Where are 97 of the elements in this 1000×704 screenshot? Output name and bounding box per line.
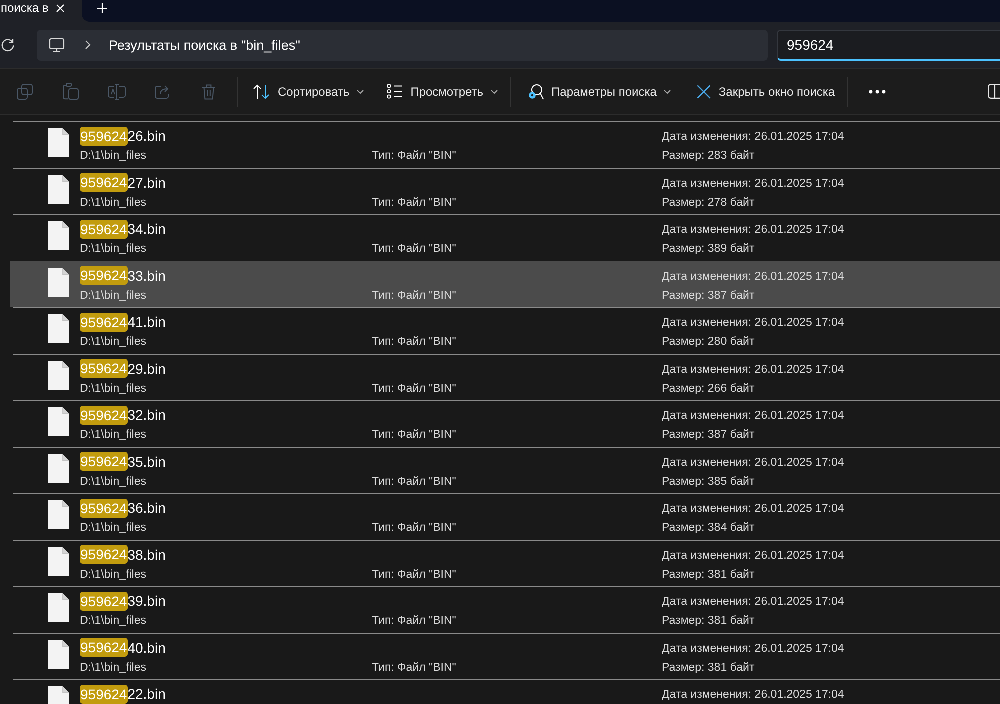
monitor-icon[interactable] — [49, 38, 65, 52]
caret-icon — [490, 90, 498, 94]
modified-date: Дата изменения: 26.01.2025 17:04 — [662, 364, 844, 376]
modified-date: Дата изменения: 26.01.2025 17:04 — [662, 224, 844, 236]
up-down-arrows-icon — [253, 84, 270, 100]
file-name: 95962441.bin — [80, 312, 166, 332]
modified-date: Дата изменения: 26.01.2025 17:04 — [662, 689, 844, 701]
caret-icon — [664, 90, 671, 94]
file-name: 95962432.bin — [80, 406, 166, 424]
file-path: D:\1\bin_files — [80, 429, 146, 441]
file-size: Размер: 381 байт — [662, 568, 755, 580]
result-row[interactable]: 95962422.bin Дата изменения: 26.01.2025 17:04 — [10, 679, 1000, 704]
file-icon — [48, 593, 70, 623]
file-icon — [48, 360, 70, 390]
file-name: 95962426.bin — [80, 126, 166, 146]
file-path: D:\1\bin_files — [80, 662, 146, 674]
panel-icon[interactable] — [988, 84, 1000, 99]
file-icon — [48, 221, 70, 251]
search-options-button[interactable]: Параметры поиска — [520, 74, 678, 108]
file-size: Размер: 280 байт — [662, 336, 755, 348]
file-type: Тип: Файл "BIN" — [372, 243, 456, 255]
file-icon — [48, 407, 70, 437]
breadcrumb-item[interactable]: Результаты поиска в "bin_files" — [109, 38, 300, 52]
plus-icon[interactable] — [97, 2, 108, 14]
file-type: Тип: Файл "BIN" — [372, 522, 456, 534]
file-name: 95962440.bin — [80, 638, 166, 657]
file-size: Размер: 278 байт — [662, 196, 755, 208]
file-path: D:\1\bin_files — [80, 196, 146, 208]
file-type: Тип: Файл "BIN" — [372, 662, 456, 674]
file-size: Размер: 381 байт — [662, 662, 755, 674]
file-path: D:\1\bin_files — [80, 336, 146, 348]
file-path: D:\1\bin_files — [80, 476, 146, 488]
modified-date: Дата изменения: 26.01.2025 17:04 — [662, 270, 844, 282]
file-icon — [48, 454, 70, 484]
list-icon — [386, 84, 403, 99]
more-icon[interactable] — [869, 90, 886, 94]
file-type: Тип: Файл "BIN" — [372, 429, 456, 441]
file-icon — [48, 546, 70, 576]
modified-date: Дата изменения: 26.01.2025 17:04 — [662, 456, 844, 468]
file-size: Размер: 283 байт — [662, 150, 755, 162]
modified-date: Дата изменения: 26.01.2025 17:04 — [662, 550, 844, 562]
file-name: 95962436.bin — [80, 498, 166, 518]
file-icon — [48, 314, 70, 344]
file-type: Тип: Файл "BIN" — [372, 568, 456, 580]
file-path: D:\1\bin_files — [80, 615, 146, 627]
file-type: Тип: Файл "BIN" — [372, 290, 456, 302]
file-type: Тип: Файл "BIN" — [372, 336, 456, 348]
sort-button[interactable]: Сортировать — [246, 74, 371, 108]
file-path: D:\1\bin_files — [80, 150, 146, 162]
modified-date: Дата изменения: 26.01.2025 17:04 — [662, 596, 844, 608]
modified-date: Дата изменения: 26.01.2025 17:04 — [662, 178, 844, 190]
file-name: 95962429.bin — [80, 359, 166, 378]
modified-date: Дата изменения: 26.01.2025 17:04 — [662, 642, 844, 654]
file-path: D:\1\bin_files — [80, 243, 146, 255]
file-icon — [48, 268, 70, 298]
caret-icon — [356, 90, 364, 94]
file-name: 95962433.bin — [80, 266, 166, 285]
file-size: Размер: 387 байт — [662, 429, 755, 441]
file-name: 95962427.bin — [80, 173, 166, 192]
file-size: Размер: 389 байт — [662, 243, 755, 255]
file-size: Размер: 385 байт — [662, 476, 755, 488]
modified-date: Дата изменения: 26.01.2025 17:04 — [662, 503, 844, 515]
file-name: 95962434.bin — [80, 220, 166, 238]
file-size: Размер: 266 байт — [662, 382, 755, 394]
file-size: Размер: 387 байт — [662, 290, 755, 302]
address-bar[interactable]: Результаты поиска в "bin_files" — [37, 30, 768, 60]
modified-date: Дата изменения: 26.01.2025 17:04 — [662, 410, 844, 422]
file-path: D:\1\bin_files — [80, 522, 146, 534]
close-icon[interactable] — [56, 4, 65, 12]
file-name: 95962422.bin — [80, 684, 166, 704]
refresh-icon[interactable] — [1, 38, 15, 52]
modified-date: Дата изменения: 26.01.2025 17:04 — [662, 131, 844, 143]
file-name: 95962439.bin — [80, 592, 166, 610]
file-icon — [48, 500, 70, 530]
file-type: Тип: Файл "BIN" — [372, 476, 456, 488]
file-icon — [48, 640, 70, 670]
file-type: Тип: Файл "BIN" — [372, 196, 456, 208]
file-path: D:\1\bin_files — [80, 568, 146, 580]
file-icon — [48, 128, 70, 158]
file-type: Тип: Файл "BIN" — [372, 615, 456, 627]
close-icon — [696, 84, 711, 98]
result-row[interactable]: 95962433.bin D:\1\bin_files Тип: Файл "BIN" Дата изменения: 26.01.2025 17:04 Размер: 387 байт — [10, 260, 1000, 307]
file-path: D:\1\bin_files — [80, 382, 146, 394]
file-icon — [48, 174, 70, 204]
file-size: Размер: 381 байт — [662, 615, 755, 627]
search-field[interactable]: 959624 — [777, 30, 1000, 60]
view-button[interactable]: Просмотреть — [380, 74, 505, 108]
file-size: Размер: 384 байт — [662, 522, 755, 534]
file-type: Тип: Файл "BIN" — [372, 382, 456, 394]
file-name: 95962435.bin — [80, 452, 166, 471]
close-search-button[interactable]: Закрыть окно поиска — [690, 74, 842, 108]
file-name: 95962438.bin — [80, 545, 166, 564]
file-type: Тип: Файл "BIN" — [372, 150, 456, 162]
modified-date: Дата изменения: 26.01.2025 17:04 — [662, 317, 844, 329]
search-gear-icon — [528, 84, 544, 100]
chevron-icon[interactable] — [85, 40, 91, 50]
file-path: D:\1\bin_files — [80, 290, 146, 302]
